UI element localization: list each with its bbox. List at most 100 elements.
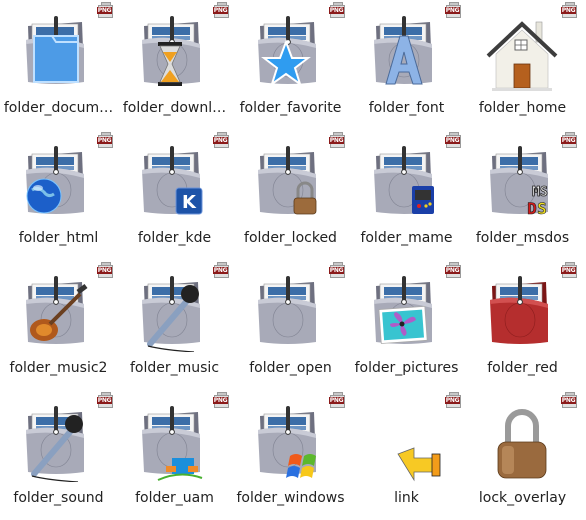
letter-a-icon[interactable] (366, 12, 446, 92)
uam-logo-icon[interactable] (134, 402, 214, 482)
file-name-label[interactable]: folder_msdos (464, 230, 581, 246)
svg-text:MS: MS (532, 185, 548, 200)
file-item[interactable]: PNG folder_music2 (0, 260, 117, 390)
file-item[interactable]: PNG folder_home (464, 0, 581, 130)
file-item[interactable]: PNG folder_html (0, 130, 117, 260)
padlock-icon[interactable] (250, 142, 330, 222)
png-badge-icon: PNG (213, 2, 229, 18)
file-name-label[interactable]: folder_home (464, 100, 581, 116)
msdos-logo-icon[interactable]: MS D S (482, 142, 562, 222)
file-name-label[interactable]: folder_docum… (0, 100, 117, 116)
file-item[interactable]: PNG folder_font (348, 0, 465, 130)
kde-logo-icon[interactable]: K (134, 142, 214, 222)
photo-icon[interactable] (366, 272, 446, 352)
globe-icon[interactable] (18, 142, 98, 222)
file-name-label[interactable]: folder_music2 (0, 360, 117, 376)
file-name-label[interactable]: folder_font (348, 100, 465, 116)
png-badge-label: PNG (213, 397, 228, 404)
png-badge-icon: PNG (213, 392, 229, 408)
file-name-label[interactable]: folder_sound (0, 490, 117, 506)
file-item[interactable]: PNG Kfolder_kde (116, 130, 233, 260)
file-name-label[interactable]: link (348, 490, 465, 506)
png-badge-label: PNG (329, 7, 344, 14)
png-badge-label: PNG (213, 7, 228, 14)
file-name-label[interactable]: folder_open (232, 360, 349, 376)
icon-grid: PNG folder_docum… PNG folder_downl… PNG … (0, 0, 586, 510)
png-badge-label: PNG (445, 267, 460, 274)
svg-text:S: S (537, 199, 547, 218)
file-item[interactable]: PNG folder_open (232, 260, 349, 390)
file-item[interactable]: PNG folder_mame (348, 130, 465, 260)
guitar-icon[interactable] (18, 272, 98, 352)
file-name-label[interactable]: folder_uam (116, 490, 233, 506)
svg-text:D: D (527, 199, 537, 218)
folder-icon[interactable] (250, 272, 330, 352)
png-badge-label: PNG (329, 267, 344, 274)
file-name-label[interactable]: folder_html (0, 230, 117, 246)
png-badge-label: PNG (97, 397, 112, 404)
file-name-label[interactable]: folder_music (116, 360, 233, 376)
file-name-label[interactable]: folder_downl… (116, 100, 233, 116)
png-badge-label: PNG (561, 7, 576, 14)
file-item[interactable]: PNG folder_windows (232, 390, 349, 520)
png-badge-label: PNG (445, 397, 460, 404)
png-badge-label: PNG (329, 397, 344, 404)
png-badge-icon: PNG (561, 2, 577, 18)
png-badge-icon: PNG (561, 132, 577, 148)
png-badge-icon: PNG (445, 132, 461, 148)
png-badge-label: PNG (445, 137, 460, 144)
file-item[interactable]: PNG folder_red (464, 260, 581, 390)
png-badge-icon: PNG (329, 132, 345, 148)
png-badge-icon: PNG (97, 132, 113, 148)
png-badge-label: PNG (213, 267, 228, 274)
windows-logo-icon[interactable] (250, 402, 330, 482)
png-badge-icon: PNG (97, 2, 113, 18)
file-item[interactable]: PNG folder_favorite (232, 0, 349, 130)
file-name-label[interactable]: folder_mame (348, 230, 465, 246)
png-badge-label: PNG (213, 137, 228, 144)
file-item[interactable]: PNG folder_docum… (0, 0, 117, 130)
document-folder-icon[interactable] (18, 12, 98, 92)
png-badge-label: PNG (97, 7, 112, 14)
red-folder-icon[interactable] (482, 272, 562, 352)
file-name-label[interactable]: folder_locked (232, 230, 349, 246)
padlock-large-icon[interactable] (482, 402, 562, 482)
file-name-label[interactable]: lock_overlay (464, 490, 581, 506)
png-badge-icon: PNG (329, 392, 345, 408)
file-item[interactable]: PNG link (348, 390, 465, 520)
star-icon[interactable] (250, 12, 330, 92)
png-badge-icon: PNG (445, 262, 461, 278)
file-name-label[interactable]: folder_windows (232, 490, 349, 506)
png-badge-icon: PNG (213, 262, 229, 278)
png-badge-label: PNG (329, 137, 344, 144)
png-badge-label: PNG (561, 137, 576, 144)
png-badge-icon: PNG (561, 392, 577, 408)
png-badge-icon: PNG (97, 392, 113, 408)
png-badge-icon: PNG (445, 2, 461, 18)
file-name-label[interactable]: folder_favorite (232, 100, 349, 116)
microphone-icon[interactable] (134, 272, 214, 352)
file-item[interactable]: PNG folder_pictures (348, 260, 465, 390)
png-badge-label: PNG (97, 267, 112, 274)
file-name-label[interactable]: folder_kde (116, 230, 233, 246)
png-badge-icon: PNG (329, 2, 345, 18)
file-item[interactable]: PNG folder_downl… (116, 0, 233, 130)
file-item[interactable]: PNG folder_uam (116, 390, 233, 520)
link-arrow-icon[interactable] (366, 402, 446, 482)
png-badge-icon: PNG (213, 132, 229, 148)
file-item[interactable]: PNG MS D Sfolder_msdos (464, 130, 581, 260)
arcade-cabinet-icon[interactable] (366, 142, 446, 222)
hourglass-icon[interactable] (134, 12, 214, 92)
file-item[interactable]: PNG folder_locked (232, 130, 349, 260)
png-badge-label: PNG (561, 267, 576, 274)
file-item[interactable]: PNG folder_sound (0, 390, 117, 520)
file-name-label[interactable]: folder_red (464, 360, 581, 376)
house-icon[interactable] (482, 12, 562, 92)
file-item[interactable]: PNG folder_music (116, 260, 233, 390)
png-badge-icon: PNG (561, 262, 577, 278)
file-name-label[interactable]: folder_pictures (348, 360, 465, 376)
png-badge-label: PNG (561, 397, 576, 404)
microphone-icon[interactable] (18, 402, 98, 482)
png-badge-icon: PNG (445, 392, 461, 408)
file-item[interactable]: PNG lock_overlay (464, 390, 581, 520)
